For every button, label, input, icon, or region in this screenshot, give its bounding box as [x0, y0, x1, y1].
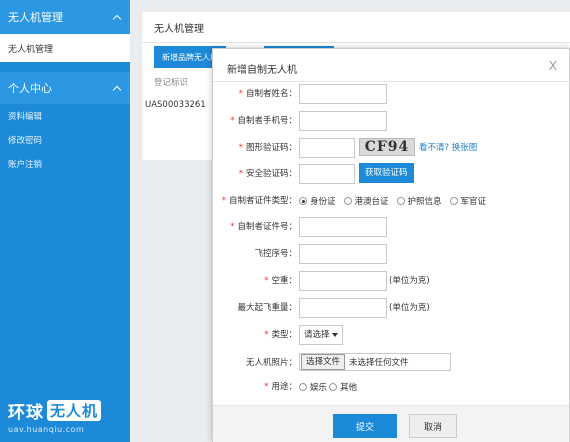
type-select[interactable]: 请选择 — [299, 325, 343, 345]
button-label: 新增品牌无人机 — [162, 52, 218, 62]
submit-button[interactable]: 提交 — [333, 414, 397, 438]
form-row-empty-weight: * 空重： (单位为克) — [213, 270, 569, 292]
required-mark: * — [264, 276, 269, 286]
sidebar-item-deactivate-account[interactable]: 账户注销 — [0, 152, 130, 176]
radio-dot — [343, 197, 352, 205]
required-mark: * — [221, 196, 226, 206]
cancel-button[interactable]: 取消 — [409, 414, 457, 438]
radio-other[interactable]: 其他 — [329, 381, 357, 393]
field-label: * 图形验证码： — [238, 143, 297, 153]
huanqiu-logo: 环球 无人机 uav.huanqiu.com — [8, 398, 102, 434]
form-row-name: * 自制者姓名： — [213, 83, 569, 105]
field-label: * 自制者姓名： — [238, 89, 297, 99]
refresh-captcha-link[interactable]: 看不清? 换张图 — [419, 137, 477, 159]
field-label: * 自制者证件类型： — [221, 196, 297, 206]
use-radio-group: 娱乐 其他 — [299, 376, 365, 398]
select-value: 请选择 — [304, 330, 330, 340]
radio-dot — [396, 197, 405, 205]
sidebar-item-label: 无人机管理 — [8, 44, 54, 55]
id-number-input[interactable] — [299, 217, 387, 237]
field-label: * 安全验证码： — [238, 169, 297, 179]
choose-file-button[interactable]: 选择文件 — [301, 354, 346, 370]
sidebar-item-change-password[interactable]: 修改密码 — [0, 128, 130, 152]
form-row-max-takeoff-weight: 最大起飞重量： (单位为克) — [213, 297, 569, 319]
required-mark: * — [238, 169, 243, 179]
radio-hk-macau-taiwan[interactable]: 港澳台证 — [343, 195, 389, 207]
field-label: 最大起飞重量： — [237, 303, 297, 313]
radio-officer-id[interactable]: 军官证 — [449, 195, 486, 207]
flight-control-serial-input[interactable] — [299, 244, 387, 264]
close-icon[interactable]: X — [549, 59, 557, 73]
field-label: 无人机照片： — [245, 358, 297, 368]
table-cell-registration-id: UAS00033261 — [145, 100, 206, 110]
maker-name-input[interactable] — [299, 84, 387, 104]
form-row-flight-control-serial: 飞控序号： — [213, 243, 569, 265]
required-mark: * — [264, 330, 269, 340]
required-mark: * — [230, 116, 235, 126]
dialog-title: 新增自制无人机 — [227, 65, 297, 76]
field-label: * 空重： — [264, 276, 297, 286]
photo-file-input[interactable]: 选择文件 未选择任何文件 — [299, 353, 451, 371]
radio-passport[interactable]: 护照信息 — [396, 195, 442, 207]
chevron-up-icon — [112, 85, 122, 94]
sidebar-section-drone-management[interactable]: 无人机管理 — [0, 0, 130, 34]
field-label: * 自制者证件号： — [230, 222, 297, 232]
form-row-id-number: * 自制者证件号： — [213, 216, 569, 238]
logo-text: 环球 — [8, 403, 44, 423]
form-row-photo: 无人机照片： 选择文件 未选择任何文件 — [213, 352, 569, 374]
divider — [142, 42, 570, 43]
page-title: 无人机管理 — [154, 24, 204, 35]
required-mark: * — [238, 89, 243, 99]
required-mark: * — [238, 143, 243, 153]
sidebar-item-drone-management[interactable]: 无人机管理 — [0, 34, 130, 62]
form-row-use: * 用途： 娱乐 其他 — [213, 376, 569, 398]
form-row-id-type: * 自制者证件类型： 身份证 港澳台证 护照信息 军官证 — [213, 190, 569, 212]
required-mark: * — [230, 222, 235, 232]
form-row-phone: * 自制者手机号： — [213, 110, 569, 132]
get-code-button[interactable]: 获取验证码 — [359, 163, 414, 183]
column-header-registration-id: 登记标识 — [154, 78, 189, 88]
id-type-radio-group: 身份证 港澳台证 护照信息 军官证 — [299, 190, 494, 212]
file-status: 未选择任何文件 — [349, 358, 409, 368]
required-mark: * — [264, 382, 269, 392]
dialog-footer: 提交 取消 — [213, 405, 569, 442]
sidebar-section-label: 无人机管理 — [8, 11, 63, 24]
radio-dot — [449, 197, 458, 205]
sidebar-section-label: 个人中心 — [8, 82, 52, 95]
radio-dot — [329, 383, 338, 391]
radio-id-card[interactable]: 身份证 — [299, 195, 336, 207]
radio-dot — [299, 383, 307, 391]
radio-entertainment[interactable]: 娱乐 — [299, 381, 327, 393]
field-label: * 用途： — [264, 382, 297, 392]
field-label: * 类型： — [264, 330, 297, 340]
radio-dot — [299, 197, 307, 205]
maker-phone-input[interactable] — [299, 111, 387, 131]
unit-label: (单位为克) — [389, 303, 430, 313]
sidebar-section-personal-center[interactable]: 个人中心 — [0, 72, 130, 104]
empty-weight-input[interactable] — [299, 271, 387, 291]
sms-code-input[interactable] — [299, 164, 355, 184]
captcha-input[interactable] — [299, 138, 355, 158]
form-row-captcha: * 图形验证码： CF94 看不清? 换张图 — [213, 137, 569, 159]
sidebar-item-profile-edit[interactable]: 资料编辑 — [0, 104, 130, 128]
captcha-image[interactable]: CF94 — [359, 138, 415, 156]
unit-label: (单位为克) — [389, 276, 430, 286]
chevron-up-icon — [112, 14, 122, 23]
field-label: * 自制者手机号： — [230, 116, 297, 126]
divider — [213, 81, 569, 82]
logo-badge: 无人机 — [47, 400, 102, 421]
add-homemade-drone-dialog: 新增自制无人机 X * 自制者姓名： * 自制者手机号： * 图形验证码： CF94 … — [212, 48, 570, 442]
logo-url: uav.huanqiu.com — [8, 425, 85, 434]
sidebar: 无人机管理 无人机管理 个人中心 资料编辑 修改密码 账户注销 环球 无人机 u… — [0, 0, 130, 442]
chevron-down-icon — [332, 333, 338, 337]
form-row-type: * 类型： 请选择 — [213, 324, 569, 346]
field-label: 飞控序号： — [254, 249, 297, 259]
form-row-sms-code: * 安全验证码： 获取验证码 — [213, 163, 569, 185]
max-takeoff-weight-input[interactable] — [299, 298, 387, 318]
